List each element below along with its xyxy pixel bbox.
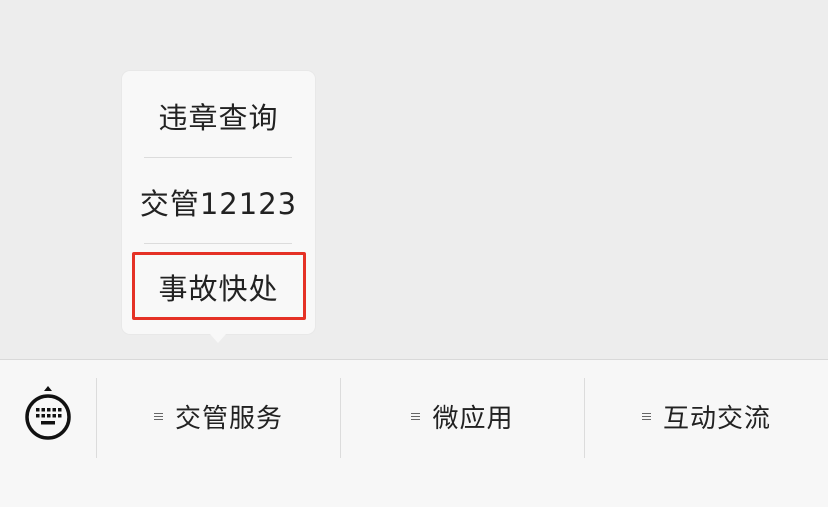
submenu-item-traffic-12123[interactable]: 交管12123 [122,184,315,224]
submenu-arrow [210,334,226,343]
menu-item-micro-app[interactable]: 微应用 [341,360,584,472]
submenu-item-violation-query[interactable]: 违章查询 [122,98,315,138]
submenu-item-accident-quick[interactable]: 事故快处 [122,269,315,309]
menu-item-traffic-service[interactable]: 交管服务 [97,360,340,472]
keyboard-icon [25,386,71,440]
menu-lines-icon [411,411,421,422]
bottom-menu-bar: 交管服务 微应用 互动交流 [0,359,828,507]
menu-lines-icon [153,411,163,422]
menu-item-interaction[interactable]: 互动交流 [585,360,828,472]
menu-lines-icon [641,411,651,422]
menu-item-label: 交管服务 [174,403,283,434]
submenu-divider [144,157,292,158]
menu-item-label: 互动交流 [662,403,771,434]
menu-item-label: 微应用 [432,403,514,434]
submenu-divider [144,243,292,244]
submenu-popup: 违章查询 交管12123 事故快处 [122,71,315,334]
keyboard-toggle-button[interactable] [0,360,96,472]
